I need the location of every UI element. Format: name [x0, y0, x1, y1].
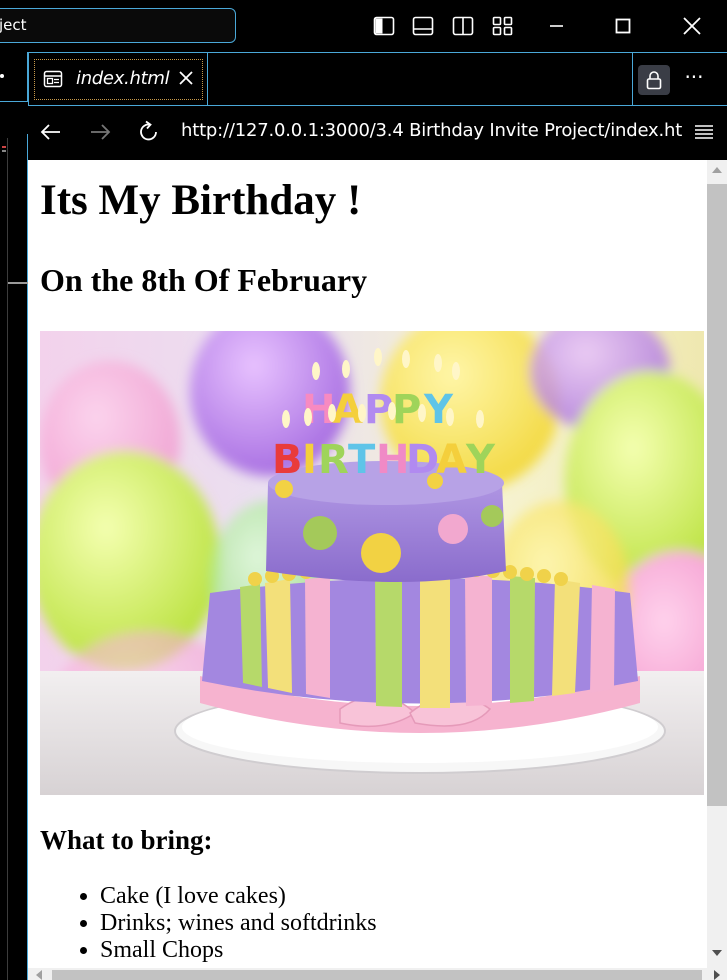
lock-button[interactable]	[638, 65, 670, 95]
scroll-right-icon[interactable]	[714, 970, 720, 980]
divider	[632, 53, 633, 106]
svg-text:T: T	[348, 437, 376, 483]
hamburger-menu-icon[interactable]	[694, 122, 714, 142]
search-text: ject	[0, 16, 27, 34]
svg-text:Y: Y	[465, 437, 496, 483]
tab-index-html[interactable]: index.html	[28, 53, 208, 106]
tab-bar: index.html ···	[28, 52, 727, 106]
horizontal-scrollbar[interactable]	[28, 968, 727, 980]
scroll-position-marker	[8, 282, 28, 284]
address-bar[interactable]: http://127.0.0.1:3000/3.4 Birthday Invit…	[181, 120, 682, 141]
scroll-down-icon[interactable]	[712, 950, 722, 956]
svg-text:D: D	[406, 437, 439, 483]
list-item: Drinks; wines and softdrinks	[100, 910, 377, 937]
close-icon[interactable]	[680, 14, 704, 38]
tab-label: index.html	[76, 68, 170, 89]
reload-icon[interactable]	[136, 119, 162, 145]
bring-list: Cake (I love cakes) Drinks; wines and so…	[100, 883, 377, 964]
dot-icon	[0, 74, 4, 78]
minimap-marker	[2, 150, 6, 152]
maximize-icon[interactable]	[611, 14, 635, 38]
preview-icon	[43, 70, 63, 88]
command-center-search[interactable]: ject	[0, 8, 236, 43]
scroll-thumb[interactable]	[707, 184, 727, 806]
title-bar: ject	[0, 0, 727, 52]
minimap-marker	[2, 146, 6, 148]
scroll-thumb[interactable]	[52, 970, 702, 980]
svg-text:I: I	[302, 437, 317, 483]
svg-text:B: B	[272, 437, 303, 483]
back-arrow-icon[interactable]	[38, 119, 64, 145]
page-subtitle: On the 8th Of February	[40, 262, 368, 298]
lock-icon	[646, 71, 662, 90]
scroll-left-icon[interactable]	[36, 970, 42, 980]
toggle-secondary-sidebar-icon[interactable]	[452, 15, 474, 37]
svg-text:H: H	[376, 437, 409, 483]
minimap-edge	[0, 138, 8, 980]
toggle-panel-icon[interactable]	[412, 15, 434, 37]
list-item: Small Chops	[100, 937, 377, 964]
browser-toolbar: http://127.0.0.1:3000/3.4 Birthday Invit…	[28, 107, 727, 160]
birthday-cake-image: H A P P Y B I R T H D A Y	[40, 331, 704, 795]
scroll-up-icon[interactable]	[712, 167, 722, 173]
minimize-icon[interactable]	[544, 14, 568, 38]
editor-gutter	[0, 52, 28, 980]
svg-text:P: P	[392, 387, 421, 433]
close-icon[interactable]	[177, 69, 195, 87]
page-title: Its My Birthday !	[40, 177, 362, 224]
svg-text:A: A	[436, 437, 467, 483]
list-item: Cake (I love cakes)	[100, 883, 377, 910]
toggle-primary-sidebar-icon[interactable]	[373, 15, 395, 37]
more-actions-icon[interactable]: ···	[680, 67, 708, 91]
vertical-scrollbar[interactable]	[707, 160, 727, 968]
svg-text:R: R	[318, 437, 349, 483]
bring-heading: What to bring:	[40, 825, 213, 855]
customize-layout-icon[interactable]	[492, 15, 514, 37]
previous-tab-stub[interactable]	[0, 52, 28, 102]
forward-arrow-icon[interactable]	[87, 119, 113, 145]
page-viewport: Its My Birthday ! On the 8th Of February	[28, 160, 707, 968]
